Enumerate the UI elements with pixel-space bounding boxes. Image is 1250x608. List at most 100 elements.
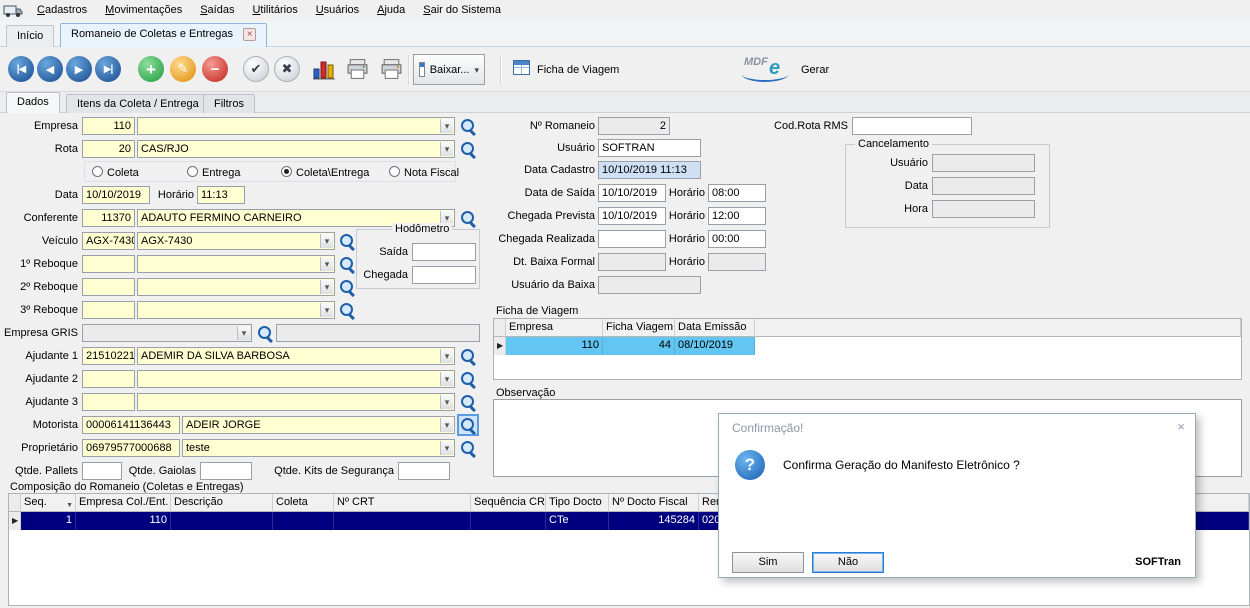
proprietario-search-icon[interactable] — [459, 439, 477, 457]
cod-rota-rms-input[interactable] — [852, 117, 972, 135]
comp-cell-seq[interactable]: 1 — [21, 512, 76, 530]
comp-col-coleta[interactable]: Coleta — [273, 494, 334, 512]
menu-sair-do-sistema[interactable]: Sair do Sistema — [414, 1, 510, 20]
radio-coleta-entrega[interactable] — [281, 166, 292, 177]
empresa-gris-combo[interactable] — [82, 324, 252, 342]
ajudante3-name-combo[interactable] — [137, 393, 455, 411]
ajudante2-name-combo[interactable] — [137, 370, 455, 388]
comp-col-crt[interactable]: Nº CRT — [334, 494, 471, 512]
baixar-button[interactable]: Baixar... — [413, 54, 485, 85]
qtde-pallets-input[interactable] — [82, 462, 122, 480]
tab-dados[interactable]: Dados — [6, 92, 60, 113]
ficha-cell-data-emissao[interactable]: 08/10/2019 — [675, 337, 755, 355]
chegada-prevista-horario-input[interactable]: 12:00 — [708, 207, 766, 225]
menu-utilitarios[interactable]: Utilitários — [243, 1, 306, 20]
comp-col-docto-fiscal[interactable]: Nº Docto Fiscal — [609, 494, 699, 512]
nav-previous-button[interactable] — [37, 56, 63, 82]
proprietario-name-combo[interactable]: teste — [182, 439, 455, 457]
nav-next-button[interactable] — [66, 56, 92, 82]
menu-saidas[interactable]: Saídas — [191, 1, 243, 20]
ficha-col-empresa[interactable]: Empresa — [506, 319, 603, 337]
comp-col-sequencia-crt[interactable]: Sequência CRT — [471, 494, 546, 512]
veiculo-name-combo[interactable]: AGX-7430 — [137, 232, 335, 250]
print-icon[interactable] — [346, 58, 369, 80]
radio-nota-fiscal[interactable] — [389, 166, 400, 177]
reboque1-search-icon[interactable] — [338, 255, 356, 273]
reboque2-name-combo[interactable] — [137, 278, 335, 296]
horario-input[interactable]: 11:13 — [197, 186, 245, 204]
ajudante2-code-input[interactable] — [82, 370, 135, 388]
comp-cell-coleta[interactable] — [273, 512, 334, 530]
radio-coleta[interactable] — [92, 166, 103, 177]
comp-col-seq[interactable]: Seq. — [21, 494, 76, 512]
ajudante1-name-combo[interactable]: ADEMIR DA SILVA BARBOSA — [137, 347, 455, 365]
ajudante2-search-icon[interactable] — [459, 370, 477, 388]
conferente-code-input[interactable]: 11370 — [82, 209, 135, 227]
ajudante3-code-input[interactable] — [82, 393, 135, 411]
ajudante3-search-icon[interactable] — [459, 393, 477, 411]
veiculo-search-icon[interactable] — [338, 232, 356, 250]
empresa-name-combo[interactable] — [137, 117, 455, 135]
edit-button[interactable] — [170, 56, 196, 82]
radio-entrega[interactable] — [187, 166, 198, 177]
empresa-gris-search-icon[interactable] — [256, 324, 274, 342]
comp-cell-descricao[interactable] — [171, 512, 273, 530]
ficha-viagem-toolbar-label[interactable]: Ficha de Viagem — [537, 64, 619, 76]
motorista-name-combo[interactable]: ADEIR JORGE — [182, 416, 455, 434]
reboque3-name-combo[interactable] — [137, 301, 335, 319]
tab-itens-coleta-entrega[interactable]: Itens da Coleta / Entrega — [66, 94, 210, 113]
nao-button[interactable]: Não — [812, 552, 884, 573]
ficha-cell-ficha-viagem[interactable]: 44 — [603, 337, 675, 355]
comp-col-descricao[interactable]: Descrição — [171, 494, 273, 512]
menu-cadastros[interactable]: Cadastros — [28, 1, 96, 20]
proprietario-code-input[interactable]: 06979577000688 — [82, 439, 180, 457]
motorista-search-icon[interactable] — [459, 416, 477, 434]
nav-last-button[interactable] — [95, 56, 121, 82]
data-input[interactable]: 10/10/2019 — [82, 186, 150, 204]
menu-movimentacoes[interactable]: Movimentações — [96, 1, 191, 20]
comp-col-empresa[interactable]: Empresa Col./Ent. — [76, 494, 171, 512]
tab-close-icon[interactable] — [243, 28, 256, 41]
menu-usuarios[interactable]: Usuários — [307, 1, 368, 20]
empresa-code-input[interactable]: 110 — [82, 117, 135, 135]
ficha-col-ficha-viagem[interactable]: Ficha Viagem — [603, 319, 675, 337]
comp-cell-crt[interactable] — [334, 512, 471, 530]
reboque3-search-icon[interactable] — [338, 301, 356, 319]
veiculo-code-input[interactable]: AGX-7430 — [82, 232, 135, 250]
reboque1-code-input[interactable] — [82, 255, 135, 273]
sort-icon[interactable] — [66, 498, 73, 510]
sim-button[interactable]: Sim — [732, 552, 804, 573]
comp-col-tipo-docto[interactable]: Tipo Docto — [546, 494, 609, 512]
reboque2-search-icon[interactable] — [338, 278, 356, 296]
tab-filtros[interactable]: Filtros — [203, 94, 255, 113]
data-saida-horario-input[interactable]: 08:00 — [708, 184, 766, 202]
ajudante1-search-icon[interactable] — [459, 347, 477, 365]
rota-code-input[interactable]: 20 — [82, 140, 135, 158]
ficha-viagem-grid[interactable]: Empresa Ficha Viagem Data Emissão 110 44… — [493, 318, 1242, 380]
cancel-button[interactable] — [274, 56, 300, 82]
reboque2-code-input[interactable] — [82, 278, 135, 296]
delete-button[interactable] — [202, 56, 228, 82]
dialog-close-icon[interactable] — [1177, 419, 1185, 434]
comp-cell-docto-fiscal[interactable]: 145284 — [609, 512, 699, 530]
motorista-code-input[interactable]: 00006141136443 — [82, 416, 180, 434]
chart-icon[interactable] — [312, 58, 336, 81]
comp-cell-empresa[interactable]: 110 — [76, 512, 171, 530]
reboque3-code-input[interactable] — [82, 301, 135, 319]
add-button[interactable] — [138, 56, 164, 82]
print-preview-icon[interactable] — [380, 58, 403, 80]
reboque1-name-combo[interactable] — [137, 255, 335, 273]
tab-romaneio[interactable]: Romaneio de Coletas e Entregas — [60, 23, 267, 47]
rota-name-combo[interactable]: CAS/RJO — [137, 140, 455, 158]
ficha-viagem-table-icon[interactable] — [513, 60, 530, 75]
comp-cell-tipo-docto[interactable]: CTe — [546, 512, 609, 530]
ficha-col-data-emissao[interactable]: Data Emissão — [675, 319, 755, 337]
menu-ajuda[interactable]: Ajuda — [368, 1, 414, 20]
qtde-gaiolas-input[interactable] — [200, 462, 252, 480]
confirm-button[interactable] — [243, 56, 269, 82]
ficha-cell-empresa[interactable]: 110 — [506, 337, 603, 355]
gerar-button[interactable]: Gerar — [801, 64, 829, 76]
qtde-kits-input[interactable] — [398, 462, 450, 480]
tab-inicio[interactable]: Início — [6, 25, 54, 47]
chegada-realizada-horario-input[interactable]: 00:00 — [708, 230, 766, 248]
